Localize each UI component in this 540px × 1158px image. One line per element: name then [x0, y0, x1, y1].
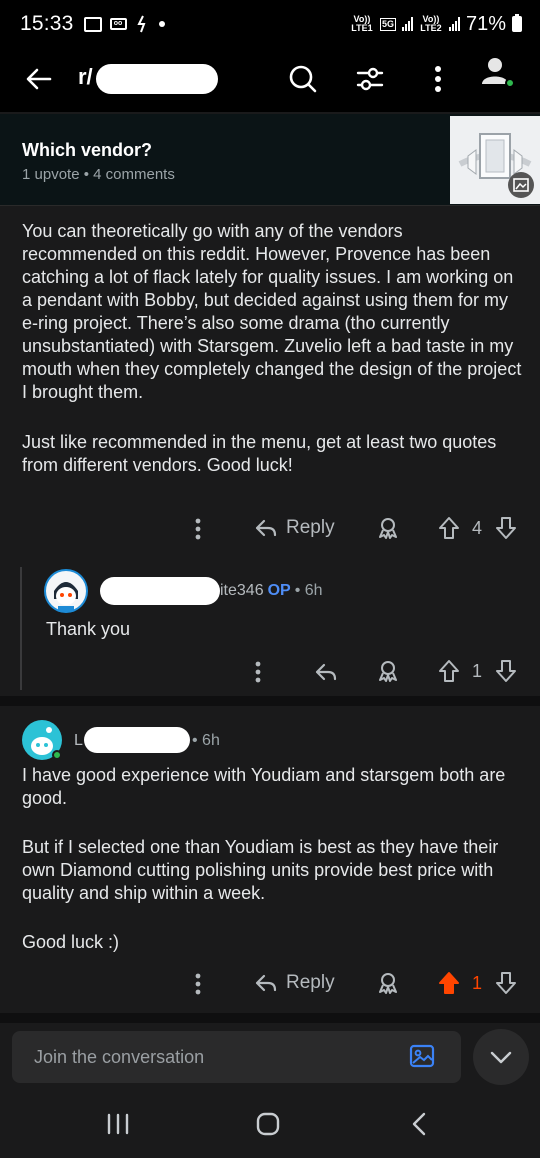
status-bar: 15:33 oo Vo)) LTE1 5G Vo)) LTE2 71% [0, 0, 540, 48]
status-time: 15:33 [20, 12, 74, 35]
comment-2-text: Thank you [46, 619, 131, 639]
comment-1-paragraph-2: Just like recommended in the menu, get a… [22, 432, 497, 475]
downvote-icon[interactable] [495, 659, 517, 683]
back-icon[interactable] [406, 1111, 434, 1137]
subreddit-name[interactable]: r/ [78, 64, 93, 90]
gallery-badge-icon [508, 172, 534, 198]
comment-3-paragraph-1: I have good experience with Youdiam and … [22, 765, 506, 808]
comment-3-age: • 6h [192, 732, 220, 749]
reply-arrow-icon [255, 519, 277, 537]
comment-3-paragraph-3: Good luck :) [22, 932, 120, 952]
online-status-dot [52, 750, 62, 760]
collapse-button[interactable] [473, 1029, 529, 1085]
comment-2-username[interactable]: ite346 [220, 582, 264, 600]
comment-3-user-line: L [74, 732, 83, 750]
gallery-notification-icon [83, 16, 102, 32]
comment-1-actions: Reply 4 [0, 512, 540, 546]
comment-3-body: I have good experience with Youdiam and … [22, 764, 522, 954]
add-image-icon[interactable] [409, 1043, 435, 1069]
comment-2-avatar[interactable] [44, 569, 88, 613]
battery-icon [512, 14, 522, 32]
battery-percent: 71% [465, 12, 506, 35]
network-5g: 5G [379, 17, 396, 31]
post-thumbnail[interactable] [450, 116, 540, 204]
online-status-dot [505, 78, 515, 88]
comment-divider [0, 696, 540, 706]
system-nav-bar [0, 1091, 540, 1158]
award-icon[interactable] [376, 659, 400, 683]
comment-2-age: • 6h [294, 582, 323, 599]
post-title: Which vendor? [22, 140, 152, 160]
signal-icon-2 [448, 17, 460, 31]
award-icon[interactable] [376, 516, 400, 540]
notification-dot-icon [158, 21, 165, 27]
upvote-icon-active[interactable] [438, 971, 460, 995]
downvote-icon[interactable] [495, 516, 517, 540]
comment-2-actions: 1 [0, 655, 540, 687]
reply-arrow-icon[interactable] [314, 661, 338, 683]
comment-3-paragraph-2: But if I selected one than Youdiam is be… [22, 837, 499, 903]
network-label-1: Vo)) LTE1 [351, 14, 373, 33]
chevron-down-icon [490, 1051, 512, 1064]
comment-3-username[interactable]: L [74, 732, 83, 750]
home-icon[interactable] [254, 1111, 282, 1137]
upvote-icon[interactable] [438, 659, 460, 683]
comment-3-actions: Reply 1 [0, 967, 540, 1001]
reply-label: Reply [286, 972, 335, 993]
vote-score: 1 [472, 661, 483, 681]
filter-icon[interactable] [353, 62, 387, 96]
post-header[interactable]: Which vendor? 1 upvote • 4 comments [0, 114, 540, 206]
reply-arrow-icon [255, 974, 277, 992]
reply-label: Reply [286, 517, 335, 538]
reply-button[interactable]: Reply [254, 967, 335, 999]
top-app-bar: r/ [0, 48, 540, 112]
signal-icon [401, 17, 413, 31]
comment-2-user-line: ite346 OP • 6h [220, 582, 323, 600]
network-label-2: Vo)) LTE2 [420, 14, 442, 33]
back-arrow-icon[interactable] [24, 64, 54, 94]
post-meta: 1 upvote • 4 comments [22, 166, 175, 183]
op-badge: OP [267, 582, 291, 599]
comment-divider [0, 1013, 540, 1023]
more-options-icon[interactable] [248, 659, 268, 685]
vibrate-icon [136, 15, 146, 33]
snoo-avatar-icon [44, 569, 88, 613]
more-options-icon[interactable] [188, 971, 208, 997]
reply-button[interactable]: Reply [254, 512, 335, 544]
award-icon[interactable] [376, 971, 400, 995]
redacted-subreddit-name [96, 64, 218, 94]
composer-bar: Join the conversation [0, 1023, 540, 1091]
search-icon[interactable] [286, 62, 320, 96]
upvote-icon[interactable] [438, 516, 460, 540]
comment-1-paragraph-1: You can theoretically go with any of the… [22, 221, 522, 402]
more-options-icon[interactable] [421, 62, 455, 96]
redacted-username [100, 577, 220, 605]
more-options-icon[interactable] [188, 516, 208, 542]
join-conversation-input[interactable]: Join the conversation [12, 1031, 461, 1083]
vote-score: 1 [472, 973, 483, 993]
recent-apps-icon[interactable] [104, 1111, 132, 1137]
composer-placeholder: Join the conversation [34, 1047, 205, 1067]
vote-score: 4 [472, 518, 483, 538]
cc-notification-icon: oo [109, 18, 127, 30]
downvote-icon[interactable] [495, 971, 517, 995]
comment-1-body: You can theoretically go with any of the… [22, 220, 522, 477]
redacted-username [84, 727, 190, 753]
